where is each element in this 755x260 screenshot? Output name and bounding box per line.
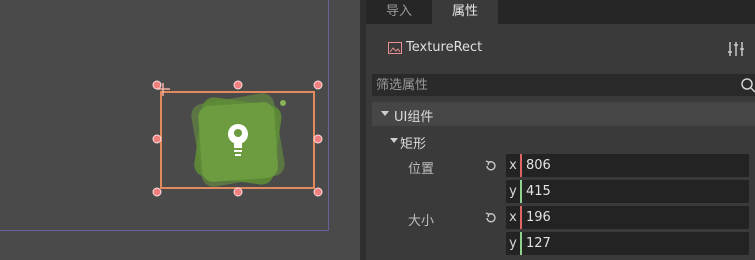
- texture-image: [191, 93, 286, 187]
- size-label: 大小: [408, 214, 435, 229]
- chevron-down-icon: [390, 138, 398, 143]
- tune-settings-icon[interactable]: [727, 41, 745, 57]
- texture-rect-icon: [388, 42, 402, 54]
- y-axis-bar: [520, 180, 522, 203]
- size-x-field[interactable]: x 196: [506, 206, 749, 229]
- position-y-value[interactable]: 415: [526, 180, 551, 203]
- section-rect[interactable]: 矩形: [372, 130, 755, 152]
- node-name: TextureRect: [406, 40, 483, 55]
- resize-handle-left[interactable]: [152, 134, 162, 144]
- x-axis-bar: [520, 206, 522, 229]
- section-ui-label: UI组件: [394, 110, 434, 125]
- chevron-down-icon: [381, 111, 389, 116]
- revert-icon[interactable]: [484, 211, 498, 225]
- resize-handle-top[interactable]: [233, 80, 243, 90]
- 2d-viewport[interactable]: [0, 0, 360, 260]
- resize-handle-bottom-left[interactable]: [152, 187, 162, 197]
- node-header: TextureRect: [366, 36, 755, 62]
- section-rect-label: 矩形: [400, 137, 427, 152]
- position-x-value[interactable]: 806: [526, 154, 551, 177]
- section-ui-component[interactable]: UI组件: [372, 102, 755, 126]
- y-axis-label: y: [509, 184, 517, 199]
- tab-properties[interactable]: 属性: [432, 0, 498, 24]
- inspector-panel: 导入 属性 TextureRect UI组件 矩形 位置: [366, 0, 755, 260]
- filter-properties-input[interactable]: [372, 74, 740, 96]
- y-axis-bar: [520, 232, 522, 255]
- revert-icon[interactable]: [484, 159, 498, 173]
- x-axis-label: x: [509, 210, 517, 225]
- position-label: 位置: [408, 162, 435, 177]
- position-x-field[interactable]: x 806: [506, 154, 749, 177]
- size-y-field[interactable]: y 127: [506, 232, 749, 255]
- y-axis-label: y: [509, 236, 517, 251]
- search-icon: [741, 78, 755, 93]
- filter-properties: [372, 74, 755, 96]
- resize-handle-bottom[interactable]: [233, 187, 243, 197]
- inspector-tabbar: 导入 属性: [366, 0, 755, 24]
- resize-handle-top-left[interactable]: [152, 80, 162, 90]
- x-axis-bar: [520, 154, 522, 177]
- size-x-value[interactable]: 196: [526, 206, 551, 229]
- resize-handle-right[interactable]: [313, 134, 323, 144]
- tab-import[interactable]: 导入: [366, 0, 432, 24]
- resize-handle-top-right[interactable]: [313, 80, 323, 90]
- size-y-value[interactable]: 127: [526, 232, 551, 255]
- position-y-field[interactable]: y 415: [506, 180, 749, 203]
- x-axis-label: x: [509, 158, 517, 173]
- resize-handle-bottom-right[interactable]: [313, 187, 323, 197]
- texture-rect-preview[interactable]: [0, 0, 360, 260]
